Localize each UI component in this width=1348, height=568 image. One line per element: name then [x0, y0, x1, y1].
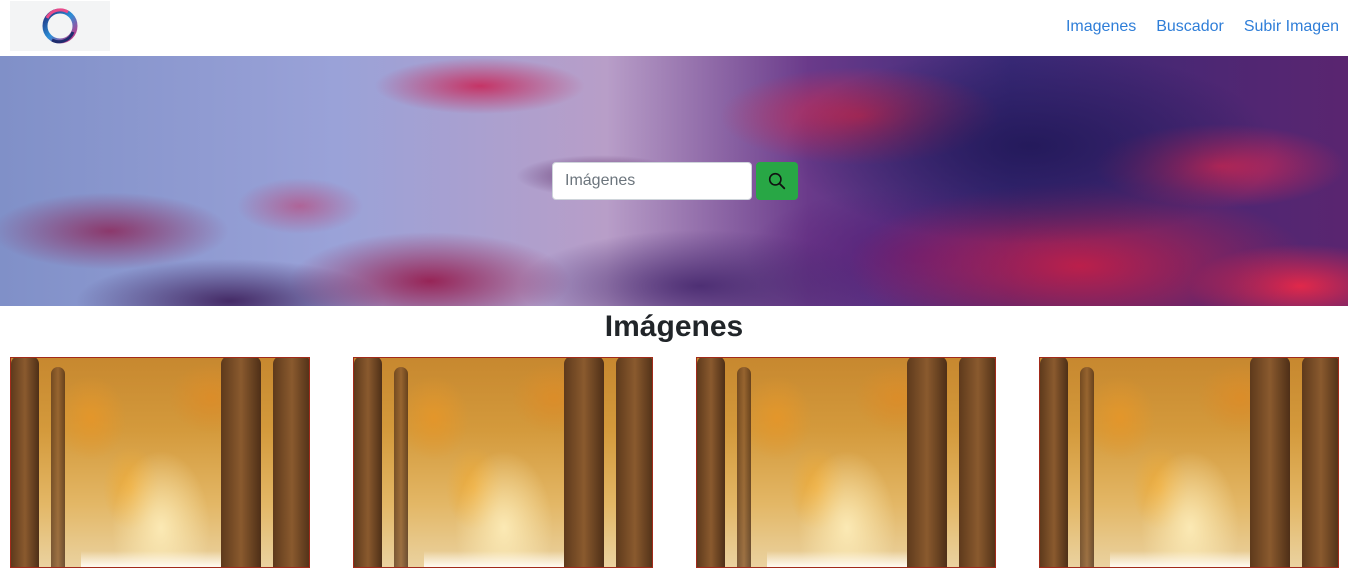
- image-card[interactable]: [1039, 357, 1339, 568]
- search-input[interactable]: [552, 162, 752, 200]
- search-icon: [768, 172, 786, 190]
- navbar: Imagenes Buscador Subir Imagen: [0, 0, 1348, 56]
- brand-logo[interactable]: [10, 1, 110, 51]
- nav-link-buscador[interactable]: Buscador: [1145, 18, 1233, 38]
- image-card[interactable]: [696, 357, 996, 568]
- nav-link-imagenes[interactable]: Imagenes: [1055, 18, 1145, 38]
- autumn-forest-image: [11, 358, 309, 567]
- autumn-forest-image: [354, 358, 652, 567]
- autumn-forest-image: [1040, 358, 1338, 567]
- autumn-forest-image: [697, 358, 995, 567]
- nav-links: Imagenes Buscador Subir Imagen: [1055, 0, 1348, 56]
- search-button[interactable]: [756, 162, 798, 200]
- page-title: Imágenes: [604, 310, 744, 343]
- image-card[interactable]: [353, 357, 653, 568]
- nav-link-subir-imagen[interactable]: Subir Imagen: [1233, 18, 1348, 38]
- hero-banner: [0, 56, 1348, 306]
- circle-logo-icon: [42, 8, 78, 44]
- image-card[interactable]: [10, 357, 310, 568]
- search-form: [552, 162, 798, 200]
